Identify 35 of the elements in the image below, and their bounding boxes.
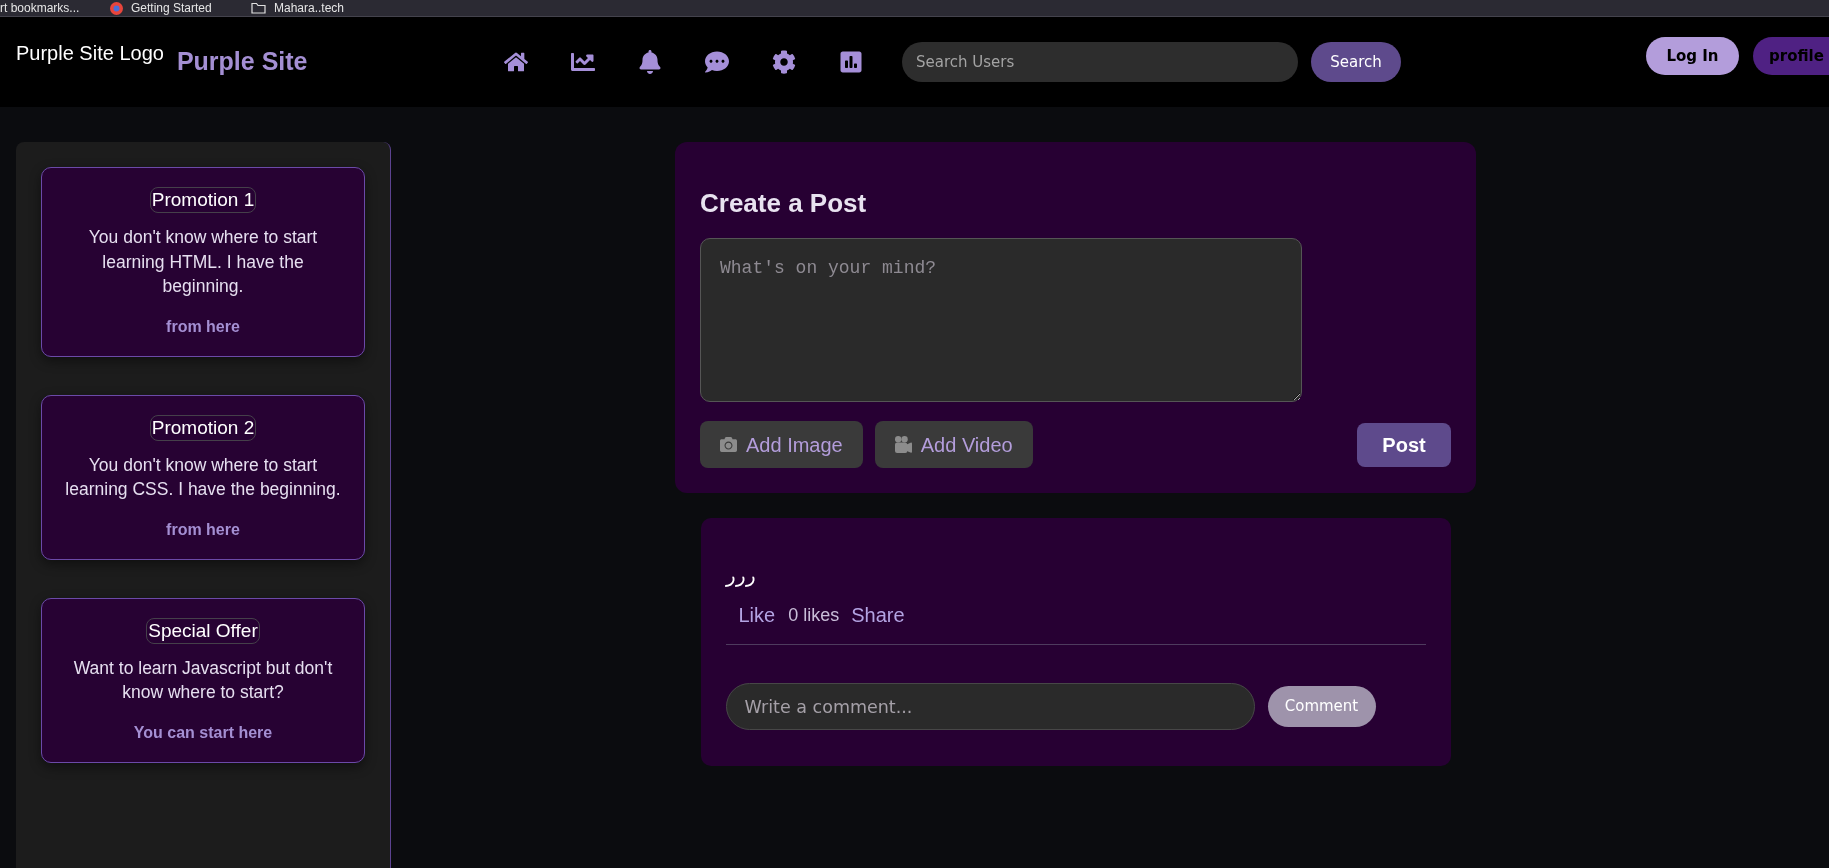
create-post-title: Create a Post	[700, 188, 868, 218]
promotion-text: You don't know where to start learning CSS. I have the beginning.	[64, 453, 342, 501]
share-button[interactable]: Share	[839, 600, 917, 630]
bookmark-link[interactable]: Mahara..tech	[274, 0, 345, 16]
promotion-link[interactable]: from here	[166, 520, 240, 539]
bar-chart-icon[interactable]	[838, 49, 864, 75]
add-image-button[interactable]: Add Image	[700, 421, 863, 468]
promotion-title: Promotion 1	[149, 187, 257, 213]
post-text-field[interactable]: What's on your mind?	[700, 238, 1302, 402]
add-video-button[interactable]: Add Video	[874, 421, 1033, 468]
camera-icon	[720, 436, 737, 453]
search-button[interactable]: Search	[1311, 42, 1401, 82]
browser-logo-icon	[110, 1, 123, 15]
chat-bubble-icon[interactable]	[704, 49, 730, 75]
folder-icon	[251, 2, 266, 14]
search-field[interactable]: Search Users	[902, 42, 1298, 82]
post-button[interactable]: Post	[1357, 422, 1451, 467]
promotion-link[interactable]: You can start here	[133, 723, 273, 742]
logo-text[interactable]: Purple Site Logo	[16, 38, 164, 68]
bookmark-link[interactable]: Getting Started	[131, 0, 212, 16]
promotion-link[interactable]: from here	[166, 317, 240, 336]
site-name: Purple Site	[176, 46, 308, 78]
promotion-title: Special Offer	[146, 617, 260, 644]
promotion-text: You don't know where to start learning HTML. I have the beginning.	[87, 226, 319, 298]
likes-count: 0 likes	[788, 603, 840, 627]
promotion-text: Want to learn Javascript but don't know where to start?	[72, 656, 334, 704]
bookmark-link[interactable]: rt bookmarks...	[0, 0, 80, 16]
like-button[interactable]: Like	[725, 600, 789, 630]
comment-field[interactable]: Write a comment...	[725, 683, 1255, 730]
settings-icon[interactable]	[771, 49, 797, 75]
post-text: ررر	[725, 563, 757, 588]
bell-icon[interactable]	[637, 49, 663, 75]
movie-camera-icon	[894, 436, 912, 453]
promotion-title: Promotion 2	[149, 414, 257, 441]
login-button[interactable]: Log In	[1646, 37, 1739, 75]
